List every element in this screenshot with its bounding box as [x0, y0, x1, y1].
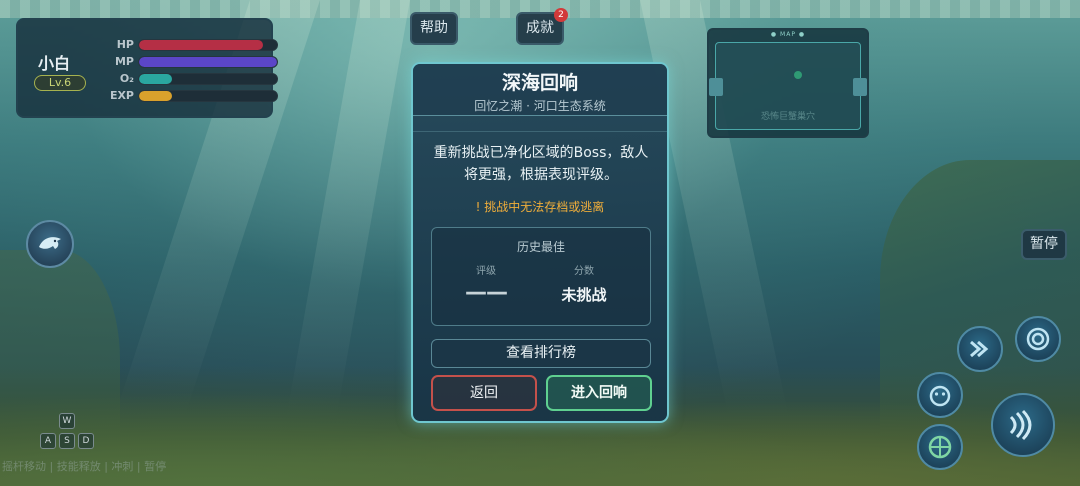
- achievements-button[interactable]: 成就 2: [516, 8, 568, 45]
- vortex-icon: [1026, 327, 1050, 351]
- best-record-title: 历史最佳: [516, 240, 565, 254]
- back-button[interactable]: 返回: [431, 375, 537, 411]
- dialog-subtitle: 回忆之潮 · 河口生态系统: [474, 99, 606, 113]
- light-ray: [285, 0, 410, 420]
- dialog-warning: ! 挑战中无法存档或逃离: [475, 200, 605, 214]
- mp-label: MP: [114, 55, 134, 68]
- mp-bar-fill: [139, 57, 277, 67]
- oxygen-bar: [138, 73, 278, 85]
- player-name: 小白: [38, 54, 71, 73]
- minimap[interactable]: ● MAP ● 恐怖巨蟹巢穴: [707, 28, 869, 138]
- exp-bar: [138, 90, 278, 102]
- hp-bar: [138, 39, 278, 51]
- oxygen-label: O₂: [119, 72, 134, 85]
- dash-arrows-icon: [970, 340, 989, 358]
- minimap-location-caption: 恐怖巨蟹巢穴: [760, 112, 815, 122]
- player-level-badge: Lv.6: [34, 75, 86, 91]
- key-d: D: [78, 433, 94, 449]
- dialog-header: 深海回响 回忆之潮 · 河口生态系统: [413, 64, 667, 116]
- shield-grid-icon: [928, 435, 952, 459]
- skill-dash-button[interactable]: [957, 326, 1003, 372]
- pause-button[interactable]: 暂停: [1021, 229, 1067, 260]
- hp-label: HP: [116, 38, 134, 51]
- skill-shield-button[interactable]: [917, 424, 963, 470]
- achievements-badge: 2: [554, 8, 568, 22]
- dialog-title: 深海回响: [501, 72, 578, 94]
- player-marker-icon: [794, 71, 802, 79]
- player-status-panel: 小白 Lv.6 HP MP O₂ EXP: [16, 18, 278, 118]
- dolphin-icon[interactable]: [26, 220, 74, 268]
- dialog-description: 重新挑战已净化区域的Boss，敌人将更强，根据表现评级。: [433, 145, 649, 183]
- echo-challenge-dialog: 深海回响 回忆之潮 · 河口生态系统 重新挑战已净化区域的Boss，敌人将更强，…: [411, 62, 669, 423]
- rating-label: 评级: [476, 266, 496, 277]
- control-hint: 摇杆移动 | 技能释放 | 冲刺 | 暂停: [2, 460, 167, 473]
- help-button[interactable]: 帮助: [410, 12, 458, 45]
- enter-echo-button[interactable]: 进入回响: [546, 375, 652, 411]
- dialog-divider: [413, 131, 667, 132]
- attack-button[interactable]: [991, 393, 1055, 457]
- key-a: A: [40, 433, 56, 449]
- minimap-right-door: [853, 78, 867, 96]
- mp-bar: [138, 56, 278, 68]
- score-label: 分数: [574, 266, 594, 277]
- sonar-wave-icon: [1009, 409, 1032, 441]
- key-s: S: [59, 433, 75, 449]
- oxygen-bar-fill: [139, 74, 173, 84]
- minimap-left-door: [709, 78, 723, 96]
- exp-label: EXP: [109, 89, 134, 102]
- best-record-panel: 历史最佳 评级 分数 —— 未挑战: [431, 227, 651, 326]
- skill-summon-button[interactable]: [917, 372, 963, 418]
- exp-bar-fill: [139, 91, 173, 101]
- hp-bar-fill: [139, 40, 264, 50]
- key-w: W: [59, 413, 75, 429]
- minimap-tag: ● MAP ●: [770, 31, 806, 38]
- skill-vortex-button[interactable]: [1015, 316, 1061, 362]
- creature-icon: [929, 385, 951, 407]
- leaderboard-button[interactable]: 查看排行榜: [431, 339, 651, 368]
- achievements-label: 成就: [526, 20, 554, 36]
- score-value: 未挑战: [561, 286, 607, 304]
- rating-value: ——: [465, 280, 508, 305]
